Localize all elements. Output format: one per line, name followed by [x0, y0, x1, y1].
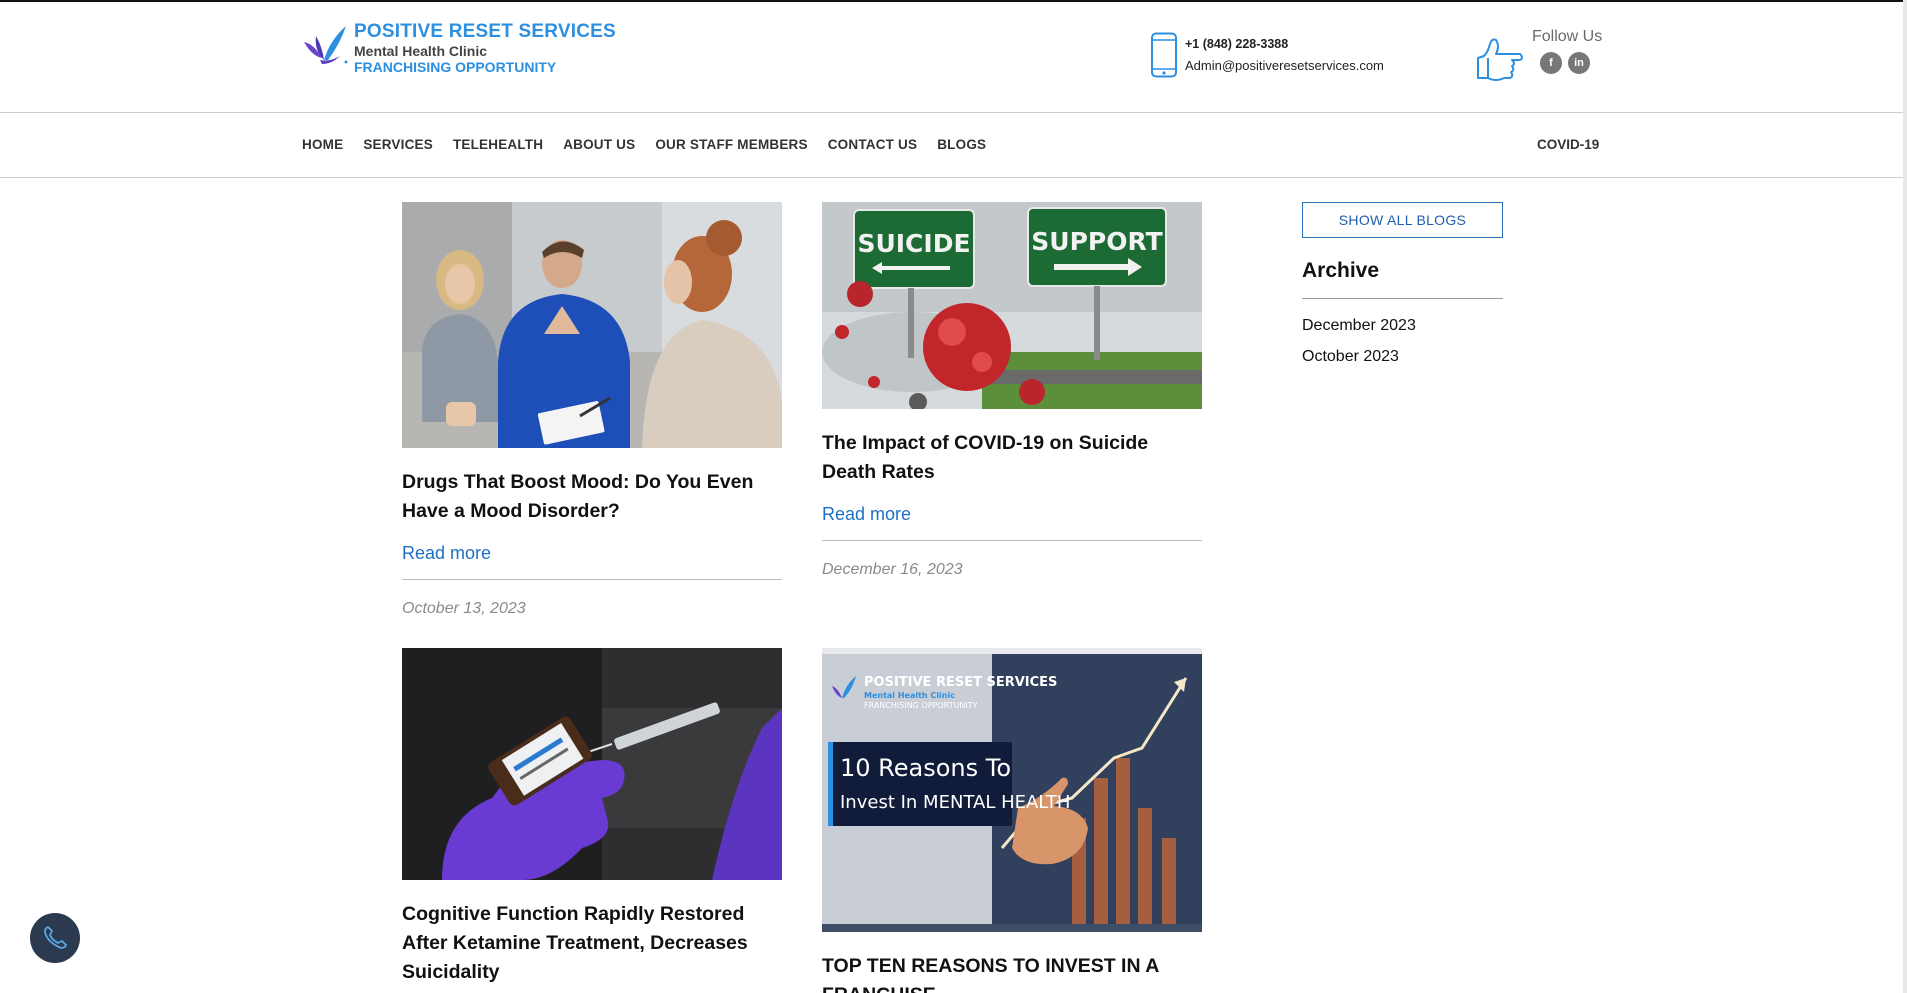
archive-divider — [1302, 298, 1503, 299]
bird-logo-icon — [304, 26, 348, 64]
image-brand-title: POSITIVE RESET SERVICES — [864, 675, 1057, 690]
floating-call-button[interactable] — [30, 913, 80, 963]
image-brand-subtitle: Mental Health Clinic — [864, 691, 955, 700]
follow-us-label: Follow Us — [1532, 28, 1603, 45]
post-divider — [822, 540, 1202, 541]
nav-home[interactable]: HOME — [302, 137, 343, 152]
nav-blogs[interactable]: BLOGS — [937, 137, 986, 152]
post-thumbnail-therapy-session[interactable] — [402, 202, 782, 448]
nav-covid-19[interactable]: COVID-19 — [1537, 137, 1599, 152]
main-navigation: HOME SERVICES TELEHEALTH ABOUT US OUR ST… — [0, 113, 1907, 178]
post-title[interactable]: Cognitive Function Rapidly Restored Afte… — [402, 900, 782, 987]
follow-us: Follow Us f in — [1474, 28, 1602, 86]
site-header: POSITIVE RESET SERVICES Mental Health Cl… — [0, 2, 1907, 113]
image-heading-line2: Invest In MENTAL HEALTH — [840, 792, 1070, 813]
logo-subtitle: Mental Health Clinic — [354, 43, 488, 59]
nav-services[interactable]: SERVICES — [363, 137, 433, 152]
logo-tagline: FRANCHISING OPPORTUNITY — [354, 59, 557, 75]
blog-post-card: Cognitive Function Rapidly Restored Afte… — [402, 648, 782, 987]
logo-title: POSITIVE RESET SERVICES — [354, 21, 616, 42]
nav-about-us[interactable]: ABOUT US — [563, 137, 635, 152]
facebook-icon[interactable]: f — [1540, 52, 1562, 74]
read-more-link[interactable]: Read more — [402, 543, 782, 564]
post-thumbnail-ketamine[interactable] — [402, 648, 782, 880]
post-date: October 13, 2023 — [402, 600, 526, 617]
nav-contact-us[interactable]: CONTACT US — [828, 137, 918, 152]
post-title[interactable]: TOP TEN REASONS TO INVEST IN A FRANCHISE — [822, 952, 1202, 993]
site-logo[interactable]: POSITIVE RESET SERVICES Mental Health Cl… — [300, 22, 616, 74]
phone-handset-icon — [44, 926, 67, 949]
show-all-blogs-button[interactable]: SHOW ALL BLOGS — [1302, 202, 1503, 238]
blog-post-card: Drugs That Boost Mood: Do You Even Have … — [402, 202, 782, 618]
franchise-invest-image: 10 Reasons To Invest In MENTAL HEALTH PO… — [822, 648, 1202, 932]
post-date: December 16, 2023 — [822, 561, 963, 578]
read-more-link[interactable]: Read more — [822, 504, 1202, 525]
archive-heading: Archive — [1302, 259, 1380, 282]
linkedin-icon[interactable]: in — [1568, 52, 1590, 74]
nav-our-staff-members[interactable]: OUR STAFF MEMBERS — [655, 137, 807, 152]
contact-info: +1 (848) 228-3388 Admin@positiveresetser… — [1150, 32, 1384, 78]
image-heading-line1: 10 Reasons To — [840, 754, 1011, 782]
archive-link-october-2023[interactable]: October 2023 — [1302, 348, 1503, 366]
pointing-hand-icon — [1477, 38, 1523, 81]
post-thumbnail-covid-suicide[interactable]: SUICIDE SUPPORT — [822, 202, 1202, 409]
nav-telehealth[interactable]: TELEHEALTH — [453, 137, 543, 152]
ketamine-vial-image — [402, 648, 782, 880]
phone-number-link[interactable]: +1 (848) 228-3388 — [1185, 34, 1384, 55]
covid-signs-image: SUICIDE SUPPORT — [822, 202, 1202, 409]
therapy-session-image — [402, 202, 782, 448]
archive-link-december-2023[interactable]: December 2023 — [1302, 317, 1503, 335]
blog-sidebar: SHOW ALL BLOGS Archive December 2023 Oct… — [1302, 202, 1503, 366]
blog-post-card: SUICIDE SUPPORT The Impact of COVID-19 o… — [822, 202, 1202, 579]
post-title[interactable]: Drugs That Boost Mood: Do You Even Have … — [402, 468, 782, 526]
sign-suicide-text: SUICIDE — [857, 229, 970, 258]
post-title[interactable]: The Impact of COVID-19 on Suicide Death … — [822, 429, 1202, 487]
blog-post-card: 10 Reasons To Invest In MENTAL HEALTH PO… — [822, 648, 1202, 993]
post-thumbnail-franchise[interactable]: 10 Reasons To Invest In MENTAL HEALTH PO… — [822, 648, 1202, 932]
sign-support-text: SUPPORT — [1031, 227, 1162, 256]
mobile-phone-icon — [1151, 32, 1177, 78]
image-brand-tagline: FRANCHISING OPPORTUNITY — [864, 701, 978, 710]
email-link[interactable]: Admin@positiveresetservices.com — [1185, 55, 1384, 76]
page-scrollbar[interactable] — [1903, 0, 1907, 993]
post-divider — [402, 579, 782, 580]
